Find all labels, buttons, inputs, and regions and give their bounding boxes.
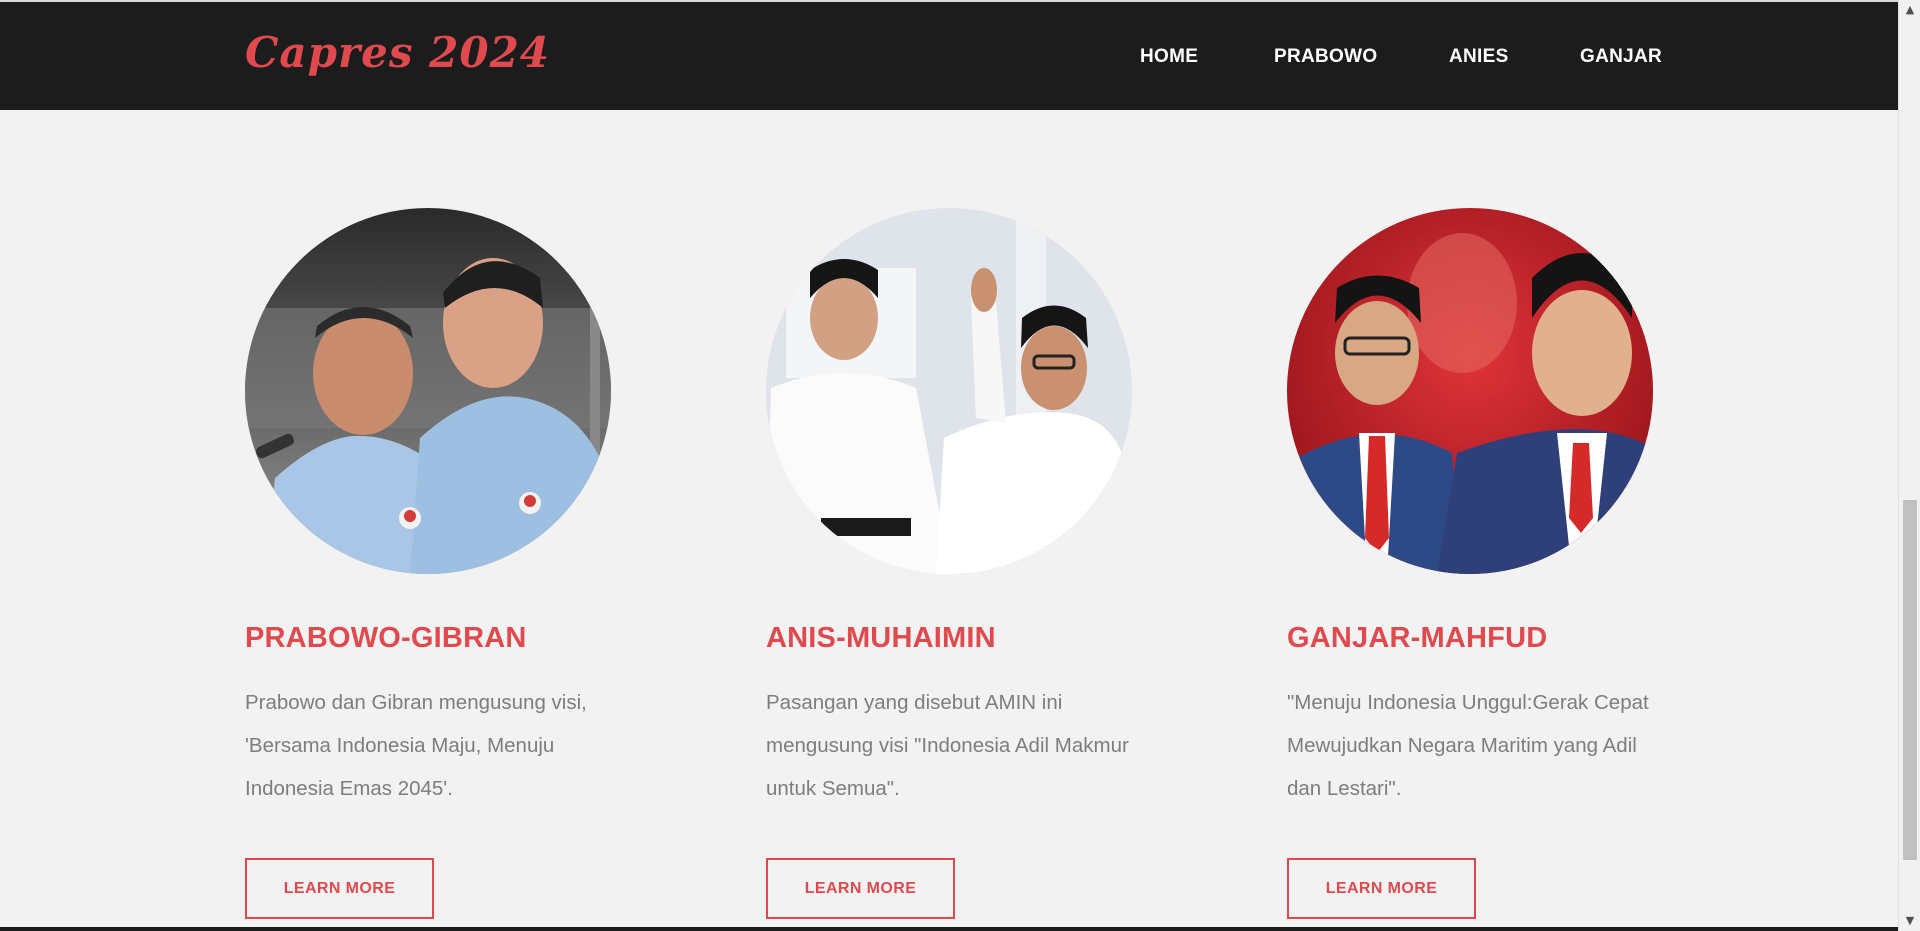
- navbar: Capres 2024 HOME PRABOWO ANIES GANJAR: [0, 2, 1898, 110]
- card-title: PRABOWO-GIBRAN: [245, 622, 527, 654]
- candidate-card-anis-muhaimin: ANIS-MUHAIMIN Pasangan yang disebut AMIN…: [766, 208, 1166, 919]
- nav-link-home[interactable]: HOME: [1140, 46, 1198, 68]
- scroll-up-arrow-icon[interactable]: ▲: [1899, 0, 1920, 20]
- learn-more-button[interactable]: LEARN MORE: [766, 858, 955, 919]
- candidate-photo-image: [1287, 208, 1653, 574]
- card-title: GANJAR-MAHFUD: [1287, 622, 1548, 654]
- candidate-card-ganjar-mahfud: GANJAR-MAHFUD "Menuju Indonesia Unggul:G…: [1287, 208, 1687, 919]
- page: Capres 2024 HOME PRABOWO ANIES GANJAR PR…: [0, 0, 1920, 931]
- vertical-scrollbar[interactable]: ▲ ▼: [1898, 0, 1920, 931]
- candidate-photo: [245, 208, 611, 574]
- nav-link-ganjar[interactable]: GANJAR: [1580, 46, 1662, 68]
- bottom-border: [0, 927, 1898, 931]
- candidate-photo: [766, 208, 1132, 574]
- candidate-card-prabowo-gibran: PRABOWO-GIBRAN Prabowo dan Gibran mengus…: [245, 208, 645, 919]
- nav-link-prabowo[interactable]: PRABOWO: [1274, 46, 1377, 68]
- learn-more-button[interactable]: LEARN MORE: [245, 858, 434, 919]
- candidate-photo-image: [245, 208, 611, 574]
- candidate-photo: [1287, 208, 1653, 574]
- learn-more-button[interactable]: LEARN MORE: [1287, 858, 1476, 919]
- card-description: Prabowo dan Gibran mengusung visi, 'Bers…: [245, 691, 587, 800]
- site-logo[interactable]: Capres 2024: [245, 28, 550, 77]
- nav-link-anies[interactable]: ANIES: [1449, 46, 1509, 68]
- scroll-down-arrow-icon[interactable]: ▼: [1899, 911, 1920, 931]
- card-description: "Menuju Indonesia Unggul:Gerak Cepat Mew…: [1287, 691, 1649, 800]
- candidate-photo-image: [766, 208, 1132, 574]
- card-description: Pasangan yang disebut AMIN ini mengusung…: [766, 691, 1129, 800]
- scroll-thumb[interactable]: [1903, 500, 1917, 860]
- card-title: ANIS-MUHAIMIN: [766, 622, 996, 654]
